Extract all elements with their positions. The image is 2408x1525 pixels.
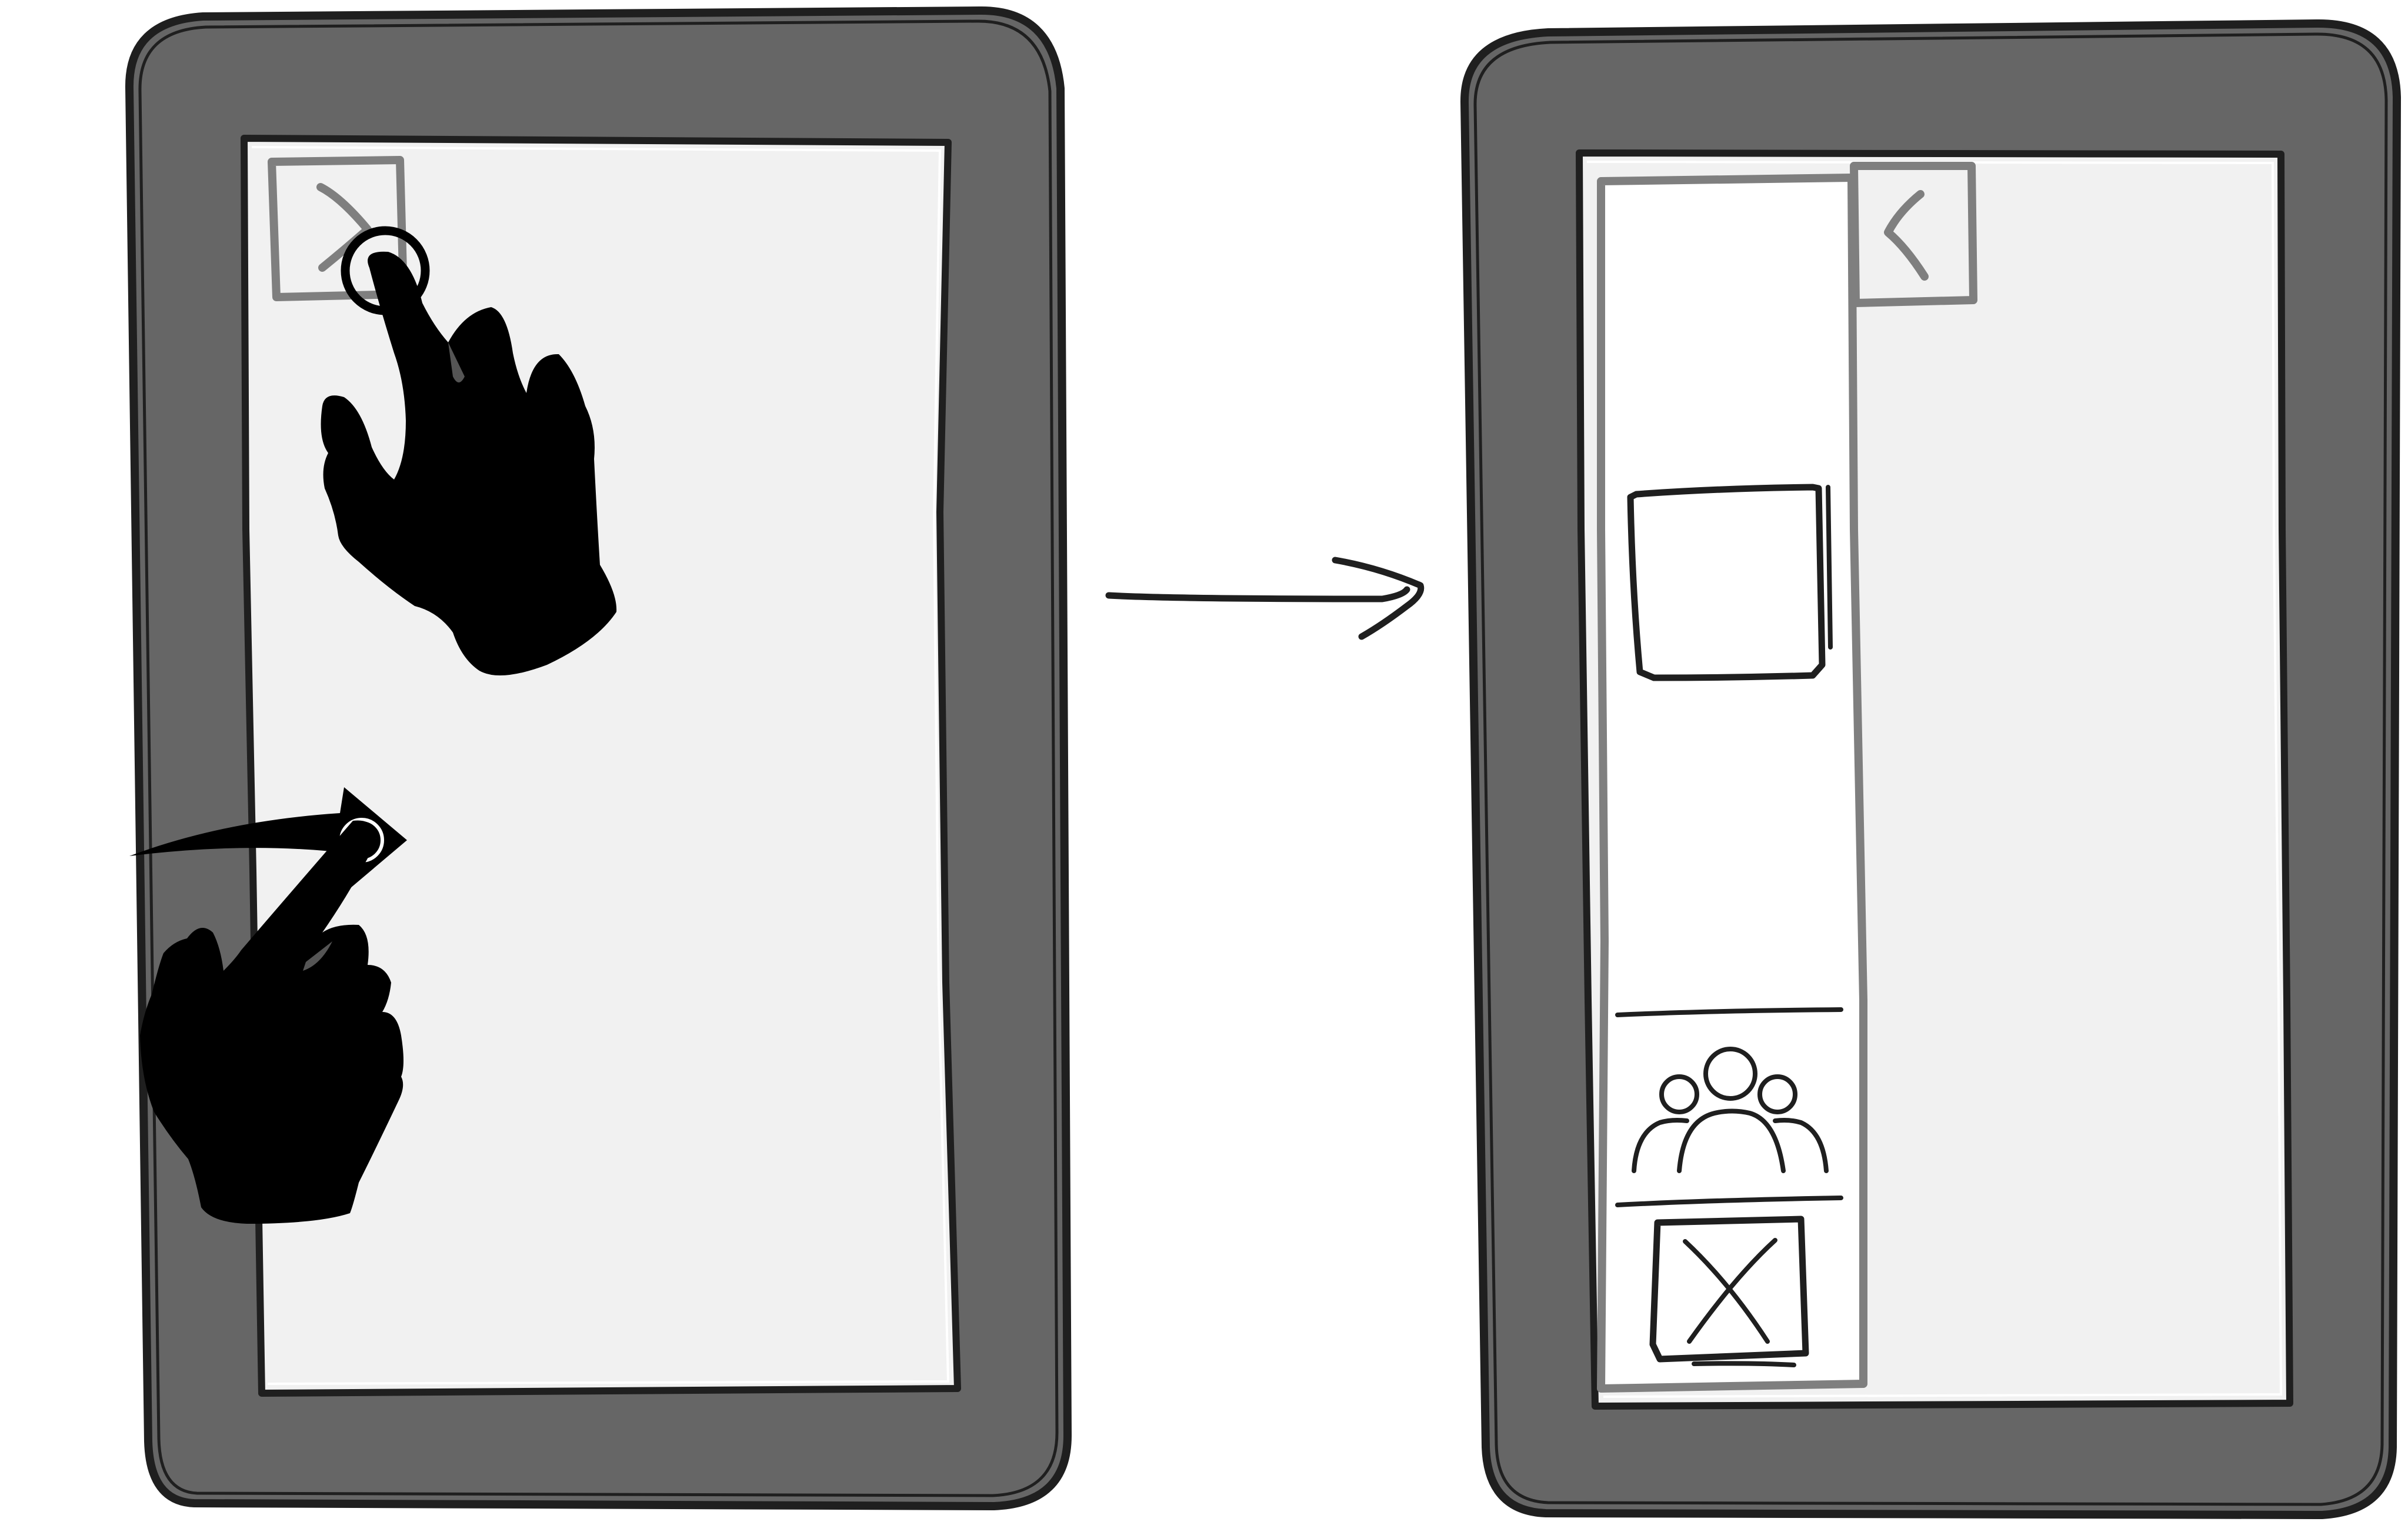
sketch-canvas — [125, 6, 2401, 1519]
arrow-right-icon — [1105, 586, 1410, 602]
side-drawer-panel — [1597, 174, 1867, 1393]
drawer-item-image-placeholder-edge — [1826, 485, 1833, 650]
left-tablet — [125, 6, 1072, 1510]
transition-arrow — [1105, 557, 1425, 640]
right-tablet — [1460, 19, 2401, 1519]
image-placeholder-crossed-underline — [1692, 1361, 1796, 1367]
